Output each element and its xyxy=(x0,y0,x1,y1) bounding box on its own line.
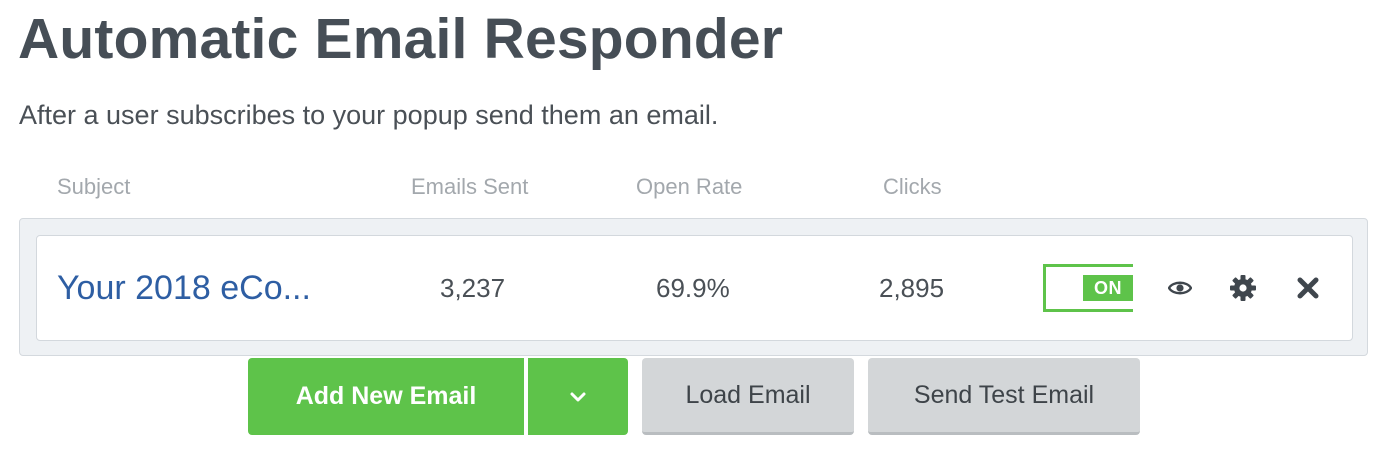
chevron-down-icon xyxy=(570,392,586,401)
eye-icon xyxy=(1168,281,1192,295)
email-table: Your 2018 eCo... 3,237 69.9% 2,895 ON xyxy=(19,218,1368,356)
status-toggle[interactable]: ON xyxy=(1043,264,1133,312)
column-header-clicks: Clicks xyxy=(883,174,942,199)
column-header-subject: Subject xyxy=(57,174,131,199)
preview-button[interactable] xyxy=(1164,272,1196,304)
delete-button[interactable] xyxy=(1292,272,1324,304)
table-row: Your 2018 eCo... 3,237 69.9% 2,895 ON xyxy=(36,235,1353,341)
emails-sent-value: 3,237 xyxy=(440,273,506,303)
gear-icon xyxy=(1230,275,1256,301)
column-header-open-rate: Open Rate xyxy=(636,174,743,199)
page-subtitle: After a user subscribes to your popup se… xyxy=(19,100,719,130)
add-email-dropdown-button[interactable] xyxy=(528,358,628,435)
toggle-knob-label: ON xyxy=(1083,275,1133,301)
email-subject-link[interactable]: Your 2018 eCo... xyxy=(57,236,311,340)
settings-button[interactable] xyxy=(1227,272,1259,304)
clicks-value: 2,895 xyxy=(879,273,945,303)
close-icon xyxy=(1297,277,1319,299)
open-rate-value: 69.9% xyxy=(656,273,730,303)
page-title: Automatic Email Responder xyxy=(18,7,784,71)
load-email-button[interactable]: Load Email xyxy=(642,358,854,435)
send-test-email-button[interactable]: Send Test Email xyxy=(868,358,1140,435)
column-header-emails-sent: Emails Sent xyxy=(411,174,529,199)
add-new-email-button[interactable]: Add New Email xyxy=(248,358,524,435)
